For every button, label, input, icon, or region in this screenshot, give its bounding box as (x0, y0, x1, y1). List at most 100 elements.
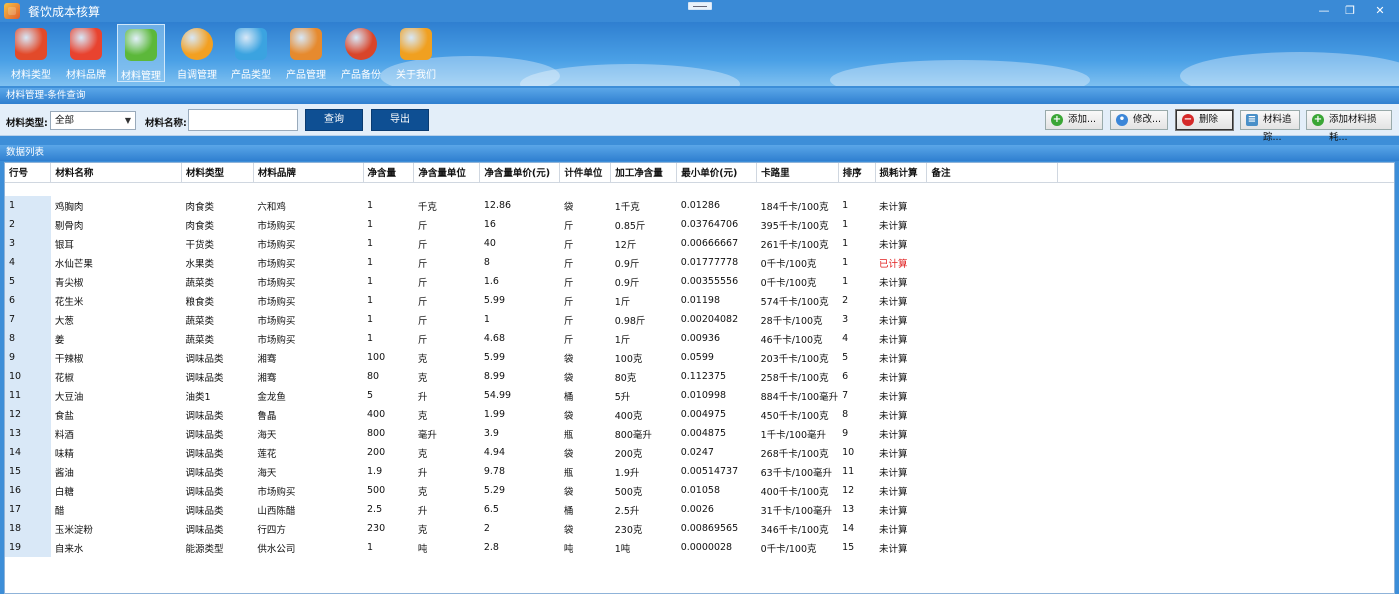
table-cell: 0.98斤 (614, 315, 646, 327)
toolbar-product-type-button[interactable]: 产品类型 (227, 24, 275, 82)
table-row[interactable]: 6 花生米 粮食类 市场购买 1 斤 5.99 斤 1斤 0.01198 574千卡/100克 2 未计… (5, 291, 1394, 310)
toolbar-product-manage-button[interactable]: 产品管理 (282, 24, 330, 82)
edit-button[interactable]: • 修改... (1110, 110, 1168, 130)
table-cell: 0千卡/100克 (760, 543, 817, 555)
table-cell (927, 367, 1058, 386)
table-cell: 9 (5, 348, 51, 367)
table-cell: 3 (5, 234, 51, 253)
table-row[interactable]: 3 银耳 干货类 市场购买 1 斤 40 斤 12斤 0.00666667 261千卡/100克 1 未… (5, 234, 1394, 253)
restore-button[interactable]: ❐ (1333, 0, 1367, 22)
table-cell: 6 (5, 291, 51, 310)
table-row[interactable]: 2 剔骨肉 肉食类 市场购买 1 斤 16 斤 0.85斤 0.03764706 395千卡/100… (5, 215, 1394, 234)
table-row[interactable]: 17 醋调味品类 山西陈醋 2.5 升 6.5 桶 2.5升 0.0026 31千卡/100毫升 1… (5, 500, 1394, 519)
table-row[interactable]: 11 大豆油 油类1 金龙鱼 5 升 54.99 桶 5升 0.010998 884千卡/100毫升… (5, 386, 1394, 405)
table-cell: 2 (483, 523, 490, 534)
spacer-row (5, 182, 1394, 196)
table-row[interactable]: 4 水仙芒果 水果类 市场购买 1 斤 8 斤 0.9斤 0.01777778 0千卡/100克 1 已… (5, 253, 1394, 272)
table-row[interactable]: 5 青尖椒 蔬菜类 市场购买 1 斤 1.6 斤 0.9斤 0.00355556 0千卡/100克 1… (5, 272, 1394, 291)
table-cell: 12斤 (614, 239, 637, 251)
column-header[interactable]: 最小单价(元) (676, 163, 758, 183)
table-cell: 5 (367, 390, 374, 401)
table-cell: 0.00355556 (680, 276, 739, 287)
table-row[interactable]: 14 味精 调味品类 莲花 200 克 4.94 袋 200克 0.0247 268千卡/100克 1… (5, 443, 1394, 462)
material-trace-button[interactable]: ≡ 材料追踪... (1240, 110, 1300, 143)
table-cell: 海天 (257, 467, 277, 479)
table-row[interactable]: 7 大葱 蔬菜类 市场购买 1 斤 1 斤 0.98斤 0.00204082 28千卡/100克 3 未… (5, 310, 1394, 329)
delete-button[interactable]: − 删除 (1175, 109, 1234, 131)
table-row[interactable]: 8 姜蔬菜类 市场购买 1 斤 4.68 斤 1斤 0.00936 46千卡/100克 4 未计算 (5, 329, 1394, 348)
table-row[interactable]: 16 白糖 调味品类 市场购买 500 克 5.29 袋 500克 0.01058 400千卡/10… (5, 481, 1394, 500)
table-cell: 8.99 (483, 371, 506, 382)
table-cell (927, 215, 1058, 234)
table-cell: 鲁晶 (257, 410, 277, 422)
table-cell: 斤 (563, 220, 574, 232)
add-material-loss-button[interactable]: + 添加材料损耗... (1306, 110, 1392, 143)
material-type-select[interactable]: 全部 ▼ (50, 111, 136, 130)
toolbar-self-adjust-button[interactable]: 自调管理 (173, 24, 221, 82)
query-button[interactable]: 查询 (305, 109, 363, 131)
table-cell: 400克 (614, 410, 643, 422)
column-header[interactable]: 材料品牌 (253, 163, 364, 183)
table-cell: 未计算 (879, 296, 908, 308)
table-cell: 5.29 (483, 485, 506, 496)
table-cell: 1 (842, 276, 849, 287)
add-button[interactable]: + 添加... (1045, 110, 1103, 130)
table-cell: 1 (367, 542, 374, 553)
column-header[interactable]: 材料名称 (50, 163, 182, 183)
column-header[interactable]: 净含量 (363, 163, 415, 183)
column-header[interactable]: 排序 (838, 163, 876, 183)
table-cell: 玉米淀粉 (54, 524, 93, 536)
table-cell: 市场购买 (257, 315, 296, 327)
table-cell: 0.00666667 (680, 238, 739, 249)
table-row[interactable]: 18 玉米淀粉 调味品类 行四方 230 克 2 袋 230克 0.00869565 346千卡/1… (5, 519, 1394, 538)
table-cell: 0.00869565 (680, 523, 739, 534)
close-button[interactable]: ✕ (1363, 0, 1397, 22)
column-header[interactable]: 损耗计算 (875, 163, 928, 183)
data-grid[interactable]: 行号 材料名称 材料类型 材料品牌 净含量 净含量单位 净含量单价(元) 计件单位 加工净含量最… (4, 162, 1395, 594)
table-cell: 升 (417, 391, 428, 403)
table-cell: 六和鸡 (257, 201, 286, 213)
column-header[interactable]: 计件单位 (559, 163, 612, 183)
table-cell: 261千卡/100克 (760, 239, 829, 251)
column-header[interactable]: 行号 (5, 163, 52, 183)
toolbar-material-brand-button[interactable]: 材料品牌 (62, 24, 110, 82)
toolbar-about-button[interactable]: 关于我们 (392, 24, 440, 82)
table-row[interactable]: 9 干辣椒 调味品类 湘骞 100 克 5.99 袋 100克 0.0599 203千卡/100克 5… (5, 348, 1394, 367)
table-cell: 食盐 (54, 410, 74, 422)
table-cell: 水仙芒果 (54, 258, 93, 270)
data-table: 行号 材料名称 材料类型 材料品牌 净含量 净含量单位 净含量单价(元) 计件单位 加工净含量最… (5, 163, 1394, 557)
table-cell (927, 443, 1058, 462)
column-header[interactable]: 材料类型 (181, 163, 254, 183)
table-cell: 1 (367, 257, 374, 268)
column-header[interactable]: 净含量单位 (413, 163, 481, 183)
table-cell: 袋 (563, 372, 574, 384)
column-header[interactable]: 净含量单价(元) (479, 163, 561, 183)
table-cell: 袋 (563, 353, 574, 365)
table-cell: 0.03764706 (680, 219, 739, 230)
table-row[interactable]: 19 自来水 能源类型 供水公司 1 吨 2.8 吨 1吨 0.0000028 0千卡/100克 1… (5, 538, 1394, 557)
column-header[interactable]: 卡路里 (756, 163, 839, 183)
table-cell: 调味品类 (185, 524, 224, 536)
table-cell: 0.01198 (680, 295, 720, 306)
material-name-input[interactable] (188, 109, 298, 131)
table-cell: 2.5升 (614, 505, 640, 517)
export-button[interactable]: 导出 (371, 109, 429, 131)
table-cell: 克 (417, 486, 428, 498)
column-header[interactable]: 备注 (926, 163, 1058, 183)
table-row[interactable]: 1 鸡胸肉 肉食类 六和鸡 1 千克 12.86 袋 1千克 0.01286 184千卡/100克 1… (5, 196, 1394, 215)
toolbar-product-backup-button[interactable]: 产品备份 (337, 24, 385, 82)
table-row[interactable]: 13 料酒 调味品类 海天 800 毫升 3.9 瓶 800毫升 0.004875 1千卡/100毫… (5, 424, 1394, 443)
toolbar-material-manage-button[interactable]: 材料管理 (117, 24, 165, 82)
table-cell (927, 291, 1058, 310)
table-row[interactable]: 10 花椒 调味品类 湘骞 80 克 8.99 袋 80克 0.112375 258千卡/100克 6… (5, 367, 1394, 386)
column-header[interactable]: 加工净含量 (610, 163, 678, 183)
drag-handle[interactable] (688, 2, 712, 10)
table-cell: 市场购买 (257, 486, 296, 498)
table-cell: 调味品类 (185, 429, 224, 441)
table-row[interactable]: 12 食盐 调味品类 鲁晶 400 克 1.99 袋 400克 0.004975 450千卡/100… (5, 405, 1394, 424)
table-cell: 268千卡/100克 (760, 448, 829, 460)
table-row[interactable]: 15 酱油 调味品类 海天 1.9 升 9.78 瓶 1.9升 0.00514737 63千卡/10… (5, 462, 1394, 481)
table-cell: 酱油 (54, 467, 74, 479)
table-cell: 9 (842, 428, 849, 439)
toolbar-material-type-button[interactable]: 材料类型 (7, 24, 55, 82)
